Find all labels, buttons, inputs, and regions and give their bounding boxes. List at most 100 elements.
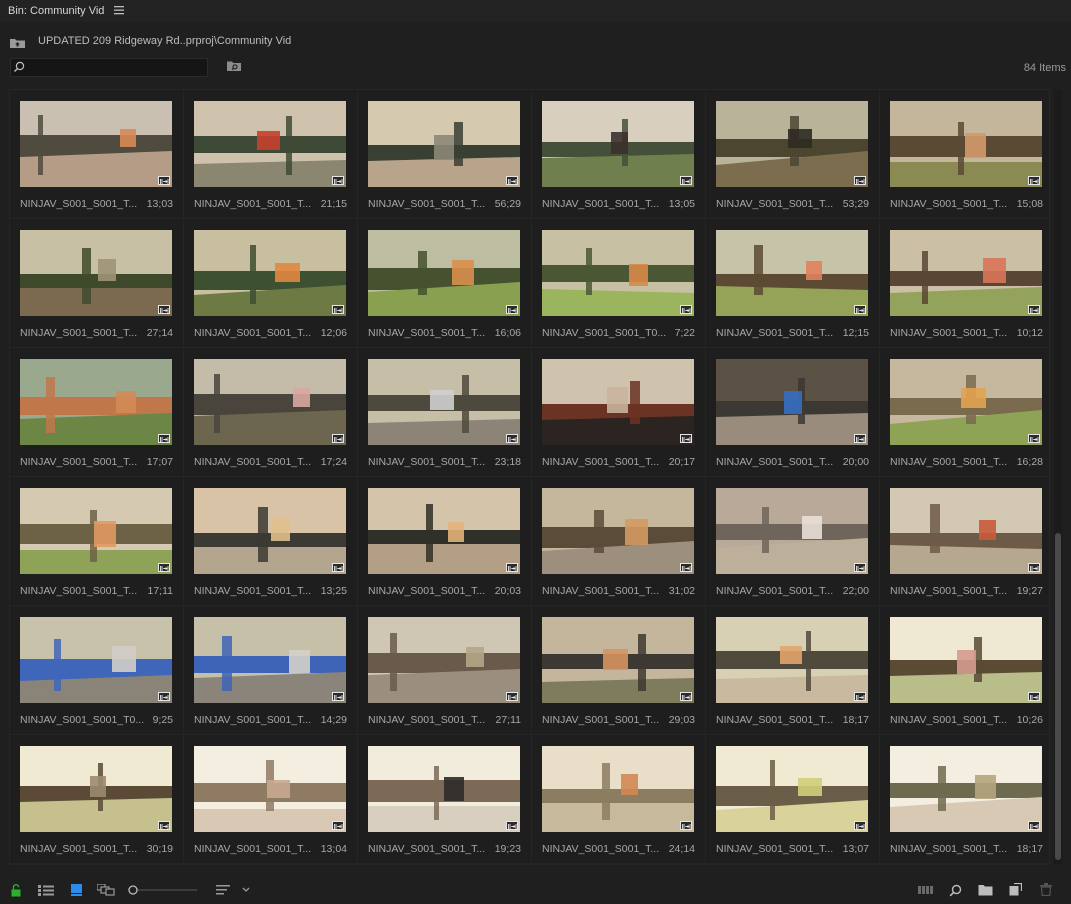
clip-item[interactable]: NINJAV_S001_S001_T... 56;29: [358, 90, 532, 219]
clip-duration: 19;23: [494, 843, 521, 855]
clip-item[interactable]: NINJAV_S001_S001_T... 13;25: [184, 477, 358, 606]
clip-thumbnail[interactable]: [890, 230, 1042, 316]
new-bin-icon[interactable]: [978, 884, 993, 899]
clip-item[interactable]: NINJAV_S001_S001_T... 18;17: [706, 606, 880, 735]
clip-thumbnail[interactable]: [194, 359, 346, 445]
clip-item[interactable]: NINJAV_S001_S001_T... 14;29: [184, 606, 358, 735]
clip-thumbnail[interactable]: [716, 359, 868, 445]
clip-thumbnail[interactable]: [194, 488, 346, 574]
clip-thumbnail[interactable]: [890, 359, 1042, 445]
clip-item[interactable]: NINJAV_S001_S001_T0... 7;22: [532, 219, 706, 348]
clip-thumbnail[interactable]: [542, 746, 694, 832]
clip-item[interactable]: NINJAV_S001_S001_T... 27;14: [10, 219, 184, 348]
clip-item[interactable]: NINJAV_S001_S001_T... 16;06: [358, 219, 532, 348]
clip-item[interactable]: NINJAV_S001_S001_T... 10;26: [880, 606, 1049, 735]
clip-thumbnail[interactable]: [20, 230, 172, 316]
clip-thumbnail[interactable]: [716, 230, 868, 316]
clip-item[interactable]: NINJAV_S001_S001_T... 30;19: [10, 735, 184, 864]
clip-thumbnail[interactable]: [20, 488, 172, 574]
panel-title[interactable]: Bin: Community Vid: [8, 5, 104, 17]
clip-thumbnail[interactable]: [542, 488, 694, 574]
clip-item[interactable]: NINJAV_S001_S001_T... 13;04: [184, 735, 358, 864]
new-item-icon[interactable]: [1009, 882, 1023, 899]
clip-thumbnail[interactable]: [542, 230, 694, 316]
clip-thumbnail[interactable]: [890, 746, 1042, 832]
clip-item[interactable]: NINJAV_S001_S001_T... 19;23: [358, 735, 532, 864]
clip-item[interactable]: NINJAV_S001_S001_T... 12;06: [184, 219, 358, 348]
clip-thumbnail[interactable]: [716, 617, 868, 703]
sort-icon[interactable]: [216, 885, 250, 898]
clip-item[interactable]: NINJAV_S001_S001_T... 31;02: [532, 477, 706, 606]
clip-name: NINJAV_S001_S001_T...: [194, 327, 312, 339]
video-clip-badge: [1028, 821, 1040, 830]
clip-thumbnail[interactable]: [368, 488, 520, 574]
clip-thumbnail[interactable]: [20, 101, 172, 187]
clip-duration: 56;29: [494, 198, 521, 210]
video-clip-badge: [506, 821, 518, 830]
clip-item[interactable]: NINJAV_S001_S001_T... 20;00: [706, 348, 880, 477]
automate-to-sequence-icon[interactable]: [918, 885, 933, 898]
trash-icon[interactable]: [1040, 883, 1052, 899]
clip-item[interactable]: NINJAV_S001_S001_T... 20;03: [358, 477, 532, 606]
clip-thumbnail[interactable]: [194, 617, 346, 703]
lock-icon[interactable]: [11, 884, 21, 900]
clip-item[interactable]: NINJAV_S001_S001_T... 13;07: [706, 735, 880, 864]
clip-thumbnail[interactable]: [890, 617, 1042, 703]
scrollbar-thumb[interactable]: [1055, 533, 1061, 860]
video-clip-badge: [854, 434, 866, 443]
clip-thumbnail[interactable]: [194, 230, 346, 316]
icon-view-icon[interactable]: [71, 884, 82, 899]
clip-thumbnail[interactable]: [716, 746, 868, 832]
freeform-view-icon[interactable]: [96, 883, 115, 899]
clip-item[interactable]: NINJAV_S001_S001_T... 13;05: [532, 90, 706, 219]
video-clip-badge: [158, 434, 170, 443]
clip-item[interactable]: NINJAV_S001_S001_T... 17;11: [10, 477, 184, 606]
zoom-slider[interactable]: [128, 885, 198, 898]
list-view-icon[interactable]: [38, 885, 55, 899]
clip-item[interactable]: NINJAV_S001_S001_T... 20;17: [532, 348, 706, 477]
clip-thumbnail[interactable]: [194, 746, 346, 832]
find-icon[interactable]: [949, 884, 962, 900]
bottom-toolbar: [0, 875, 1071, 904]
clip-thumbnail[interactable]: [368, 746, 520, 832]
clip-item[interactable]: NINJAV_S001_S001_T... 17;24: [184, 348, 358, 477]
clip-thumbnail[interactable]: [890, 488, 1042, 574]
clip-item[interactable]: NINJAV_S001_S001_T... 21;15: [184, 90, 358, 219]
find-folder-icon[interactable]: [226, 60, 242, 75]
clip-item[interactable]: NINJAV_S001_S001_T... 29;03: [532, 606, 706, 735]
clip-item[interactable]: NINJAV_S001_S001_T... 22;00: [706, 477, 880, 606]
clip-thumbnail[interactable]: [542, 359, 694, 445]
clip-thumbnail[interactable]: [20, 746, 172, 832]
clip-thumbnail[interactable]: [194, 101, 346, 187]
clip-thumbnail[interactable]: [368, 101, 520, 187]
clip-thumbnail[interactable]: [890, 101, 1042, 187]
clip-thumbnail[interactable]: [716, 101, 868, 187]
clip-item[interactable]: NINJAV_S001_S001_T... 23;18: [358, 348, 532, 477]
folder-up-icon[interactable]: [9, 37, 26, 52]
clip-name: NINJAV_S001_S001_T...: [542, 456, 660, 468]
clip-item[interactable]: NINJAV_S001_S001_T... 19;27: [880, 477, 1049, 606]
clip-item[interactable]: NINJAV_S001_S001_T... 13;03: [10, 90, 184, 219]
clip-thumbnail[interactable]: [20, 617, 172, 703]
search-input[interactable]: [10, 58, 208, 77]
clip-item[interactable]: NINJAV_S001_S001_T... 10;12: [880, 219, 1049, 348]
clip-thumbnail[interactable]: [20, 359, 172, 445]
clip-item[interactable]: NINJAV_S001_S001_T0... 9;25: [10, 606, 184, 735]
clip-thumbnail[interactable]: [368, 230, 520, 316]
clip-item[interactable]: NINJAV_S001_S001_T... 24;14: [532, 735, 706, 864]
clip-item[interactable]: NINJAV_S001_S001_T... 16;28: [880, 348, 1049, 477]
clip-item[interactable]: NINJAV_S001_S001_T... 53;29: [706, 90, 880, 219]
clip-item[interactable]: NINJAV_S001_S001_T... 12;15: [706, 219, 880, 348]
clip-thumbnail[interactable]: [368, 617, 520, 703]
clip-thumbnail[interactable]: [716, 488, 868, 574]
video-clip-badge: [158, 692, 170, 701]
clip-thumbnail[interactable]: [542, 617, 694, 703]
clip-thumbnail[interactable]: [368, 359, 520, 445]
clip-item[interactable]: NINJAV_S001_S001_T... 17;07: [10, 348, 184, 477]
clip-item[interactable]: NINJAV_S001_S001_T... 15;08: [880, 90, 1049, 219]
hamburger-icon[interactable]: [114, 5, 124, 15]
clip-item[interactable]: NINJAV_S001_S001_T... 18;17: [880, 735, 1049, 864]
clip-name: NINJAV_S001_S001_T...: [368, 456, 486, 468]
clip-thumbnail[interactable]: [542, 101, 694, 187]
clip-item[interactable]: NINJAV_S001_S001_T... 27;11: [358, 606, 532, 735]
